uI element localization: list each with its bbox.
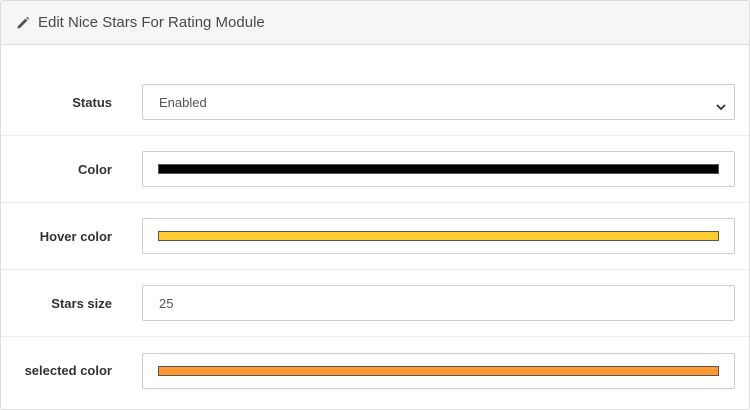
form-row-status: Status Enabled [1, 69, 749, 136]
form-row-selected-color: selected color [1, 337, 749, 404]
hover-color-swatch [158, 231, 719, 241]
panel-heading: Edit Nice Stars For Rating Module [1, 1, 749, 45]
stars-size-input[interactable]: 25 [142, 285, 735, 321]
chevron-down-icon [716, 98, 726, 111]
hover-color-label: Hover color [39, 228, 112, 244]
selected-color-picker[interactable] [142, 352, 735, 389]
hover-color-picker[interactable] [142, 218, 735, 254]
selected-color-label: selected color [24, 363, 112, 378]
status-select-value: Enabled [159, 94, 207, 110]
form-body: Status Enabled Color Hover color Stars s… [1, 45, 749, 404]
panel-title: Edit Nice Stars For Rating Module [38, 14, 265, 31]
stars-size-value: 25 [159, 295, 174, 311]
status-select[interactable]: Enabled [142, 84, 735, 120]
status-label: Status [72, 94, 112, 110]
form-row-color: Color [1, 136, 749, 203]
form-row-hover-color: Hover color [1, 203, 749, 270]
pencil-icon [16, 16, 30, 30]
form-row-stars-size: Stars size 25 [1, 270, 749, 337]
selected-color-swatch [158, 365, 719, 376]
stars-size-label: Stars size [51, 295, 112, 311]
color-swatch [158, 164, 719, 174]
module-edit-panel: Edit Nice Stars For Rating Module Status… [0, 0, 750, 410]
color-label: Color [78, 161, 112, 177]
color-picker[interactable] [142, 151, 735, 187]
